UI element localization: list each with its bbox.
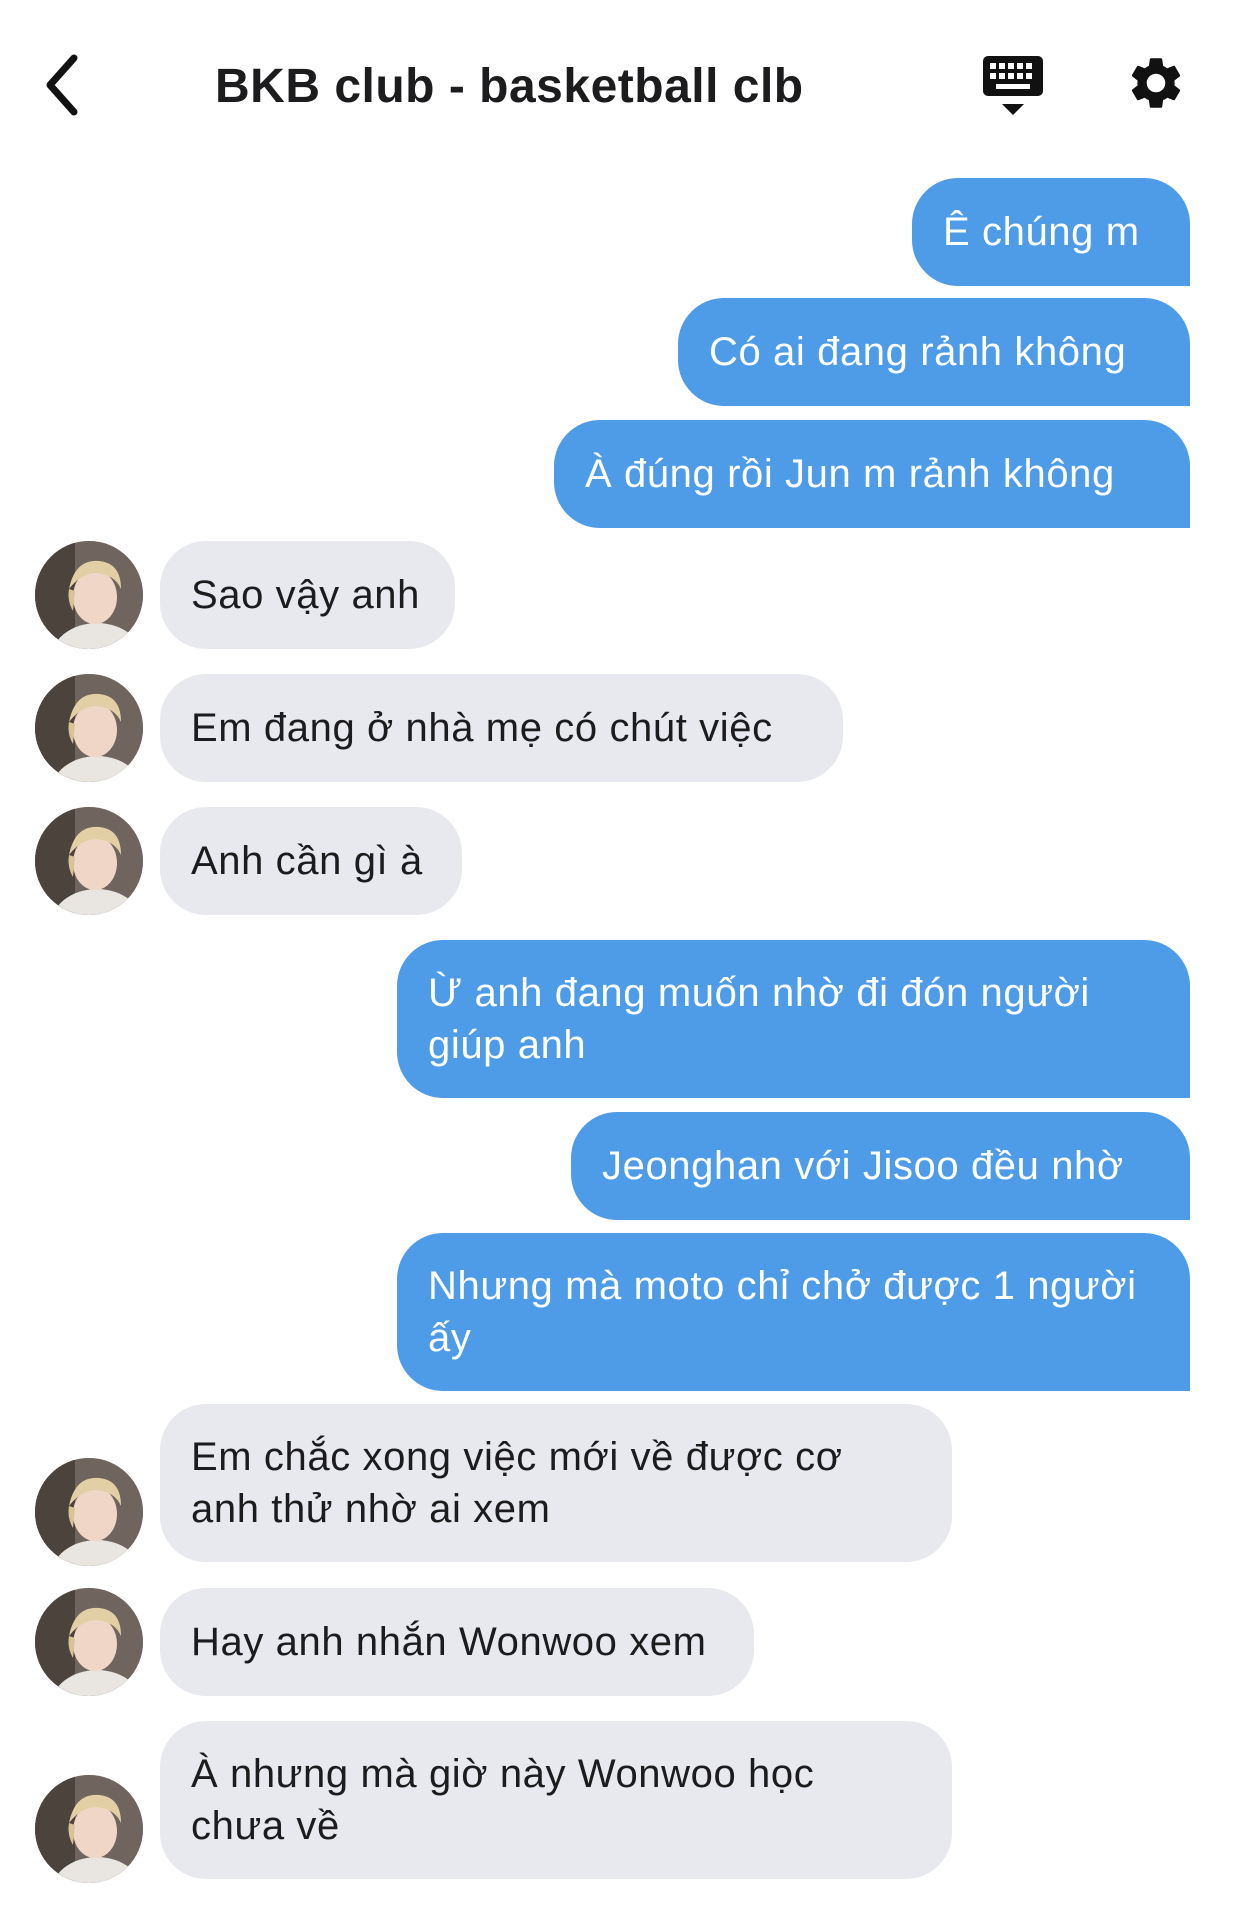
incoming-message[interactable]: Hay anh nhắn Wonwoo xem <box>160 1588 754 1696</box>
message-text: chưa về <box>191 1804 340 1848</box>
avatar[interactable] <box>35 807 143 915</box>
outgoing-message[interactable]: Ê chúng m <box>912 178 1190 286</box>
chevron-left-icon <box>46 54 78 116</box>
message-text: Em chắc xong việc mới về được cơ <box>191 1435 843 1479</box>
incoming-message[interactable]: Sao vậy anh <box>160 541 455 649</box>
message-text: À đúng rồi Jun m rảnh không <box>585 452 1115 496</box>
message-text: Em đang ở nhà mẹ có chút việc <box>191 706 773 750</box>
message-text: Jeonghan với Jisoo đều nhờ <box>602 1144 1124 1188</box>
avatar[interactable] <box>35 1588 143 1696</box>
incoming-message[interactable]: À nhưng mà giờ này Wonwoo học chưa về <box>160 1721 952 1879</box>
keyboard-button[interactable] <box>980 52 1046 120</box>
outgoing-message[interactable]: Ừ anh đang muốn nhờ đi đón người giúp anh <box>397 940 1190 1098</box>
avatar[interactable] <box>35 1775 143 1883</box>
outgoing-message[interactable]: Có ai đang rảnh không <box>678 298 1190 406</box>
message-text: Ê chúng m <box>943 210 1140 254</box>
avatar[interactable] <box>35 674 143 782</box>
keyboard-icon <box>983 56 1043 115</box>
message-text: Hay anh nhắn Wonwoo xem <box>191 1620 707 1664</box>
outgoing-message[interactable]: Jeonghan với Jisoo đều nhờ <box>571 1112 1190 1220</box>
avatar[interactable] <box>35 541 143 649</box>
message-text: ấy <box>428 1316 472 1360</box>
message-text: giúp anh <box>428 1023 587 1067</box>
outgoing-message[interactable]: À đúng rồi Jun m rảnh không <box>554 420 1190 528</box>
message-text: anh thử nhờ ai xem <box>191 1487 551 1531</box>
message-text: Anh cần gì à <box>191 839 423 883</box>
incoming-message[interactable]: Em chắc xong việc mới về được cơ anh thử … <box>160 1404 952 1562</box>
outgoing-message[interactable]: Nhưng mà moto chỉ chở được 1 người ấy <box>397 1233 1190 1391</box>
avatar[interactable] <box>35 1458 143 1566</box>
back-button[interactable] <box>40 48 96 122</box>
settings-button[interactable] <box>1125 52 1187 114</box>
gear-icon <box>1131 58 1181 108</box>
message-text: Sao vậy anh <box>191 573 420 617</box>
message-text: Nhưng mà moto chỉ chở được 1 người <box>428 1264 1137 1308</box>
message-text: Có ai đang rảnh không <box>709 330 1127 374</box>
chat-title: BKB club - basketball clb <box>215 60 804 113</box>
message-text: À nhưng mà giờ này Wonwoo học <box>191 1752 815 1796</box>
incoming-message[interactable]: Anh cần gì à <box>160 807 462 915</box>
message-text: Ừ anh đang muốn nhờ đi đón người <box>428 971 1090 1015</box>
incoming-message[interactable]: Em đang ở nhà mẹ có chút việc <box>160 674 843 782</box>
chat-header: BKB club - basketball clb <box>0 0 1239 170</box>
